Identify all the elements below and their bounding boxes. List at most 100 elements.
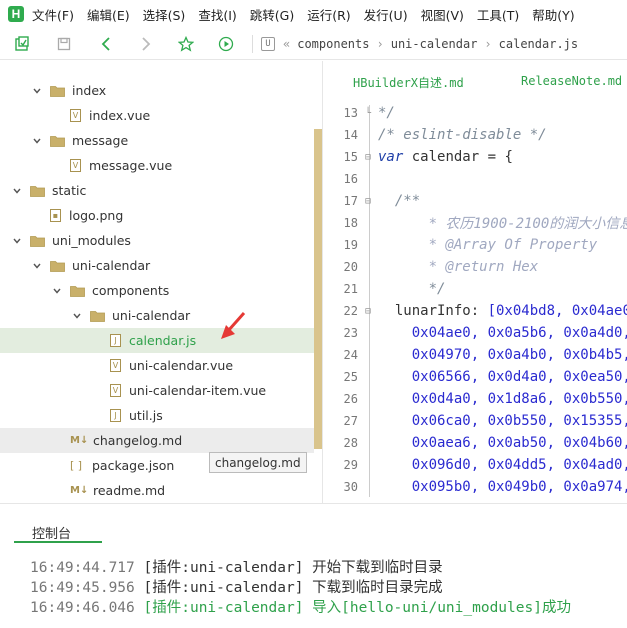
tree-item[interactable]: uni_modules — [0, 228, 314, 253]
run-icon[interactable] — [216, 34, 236, 54]
log-message: [插件:uni-calendar] 导入[hello-uni/uni_modul… — [143, 600, 571, 616]
menu-item[interactable]: 视图(V) — [421, 5, 464, 24]
code-line: 14 /* eslint-disable */ — [323, 124, 547, 146]
line-number: 26 — [343, 392, 358, 406]
code-text: */ — [378, 281, 446, 297]
tree-item[interactable]: M↓ changelog.md — [0, 428, 314, 453]
chevron-down-icon[interactable] — [32, 261, 42, 271]
line-number: 16 — [343, 172, 358, 186]
chevron-down-icon[interactable] — [32, 136, 42, 146]
editor-tab[interactable]: HBuilderX自述.md — [353, 74, 464, 91]
code-line: 25 0x06566, 0x0d4a0, 0x0ea50, — [323, 366, 627, 388]
tree-item[interactable]: uni-calendar — [0, 253, 314, 278]
line-number: 29 — [343, 458, 358, 472]
tree-item[interactable]: Vuni-calendar.vue — [0, 353, 314, 378]
line-number: 20 — [343, 260, 358, 274]
chevron-down-icon[interactable] — [12, 186, 22, 196]
tree-item[interactable]: Vmessage.vue — [0, 153, 314, 178]
console-tab[interactable]: 控制台 — [32, 523, 71, 542]
save-all-icon[interactable] — [12, 34, 32, 54]
chevron-down-icon[interactable] — [72, 311, 82, 321]
line-number: 25 — [343, 370, 358, 384]
toolbar: U « components › uni-calendar › calendar… — [0, 28, 627, 60]
console-tab-underline — [14, 541, 102, 543]
line-number: 19 — [343, 238, 358, 252]
code-editor[interactable]: HBuilderX自述.md ReleaseNote.md 13 └ */ 14 /* … — [322, 61, 627, 503]
js-file-icon: J — [110, 334, 121, 347]
tooltip: changelog.md — [209, 452, 307, 473]
tree-item-label: package.json — [92, 458, 175, 473]
vue-file-icon: V — [70, 109, 81, 122]
tree-item[interactable]: uni-calendar — [0, 303, 314, 328]
tree-item-label: logo.png — [69, 208, 124, 223]
code-text: * @return Hex — [378, 259, 539, 275]
json-file-icon: [ ] — [70, 459, 83, 472]
menu-item[interactable]: 选择(S) — [143, 5, 186, 24]
fold-marker: └ — [364, 107, 372, 119]
app-logo-icon: H — [8, 6, 24, 22]
menu-item[interactable]: 查找(I) — [198, 5, 236, 24]
code-line: 23 0x04ae0, 0x0a5b6, 0x0a4d0, — [323, 322, 627, 344]
chevron-down-icon[interactable] — [32, 86, 42, 96]
fold-marker[interactable]: ⊟ — [358, 196, 378, 207]
code-text: */ — [378, 105, 395, 121]
forward-arrow-icon[interactable] — [136, 34, 156, 54]
tree-item[interactable]: static — [0, 178, 314, 203]
line-number: 21 — [343, 282, 358, 296]
breadcrumb-leading: « — [283, 36, 291, 51]
code-line: 21 */ — [323, 278, 446, 300]
code-line: 16 — [323, 168, 378, 190]
menu-item[interactable]: 帮助(Y) — [532, 5, 574, 24]
sidebar-scrollbar[interactable] — [314, 129, 322, 449]
code-line: 27 0x06ca0, 0x0b550, 0x15355, — [323, 410, 627, 432]
tree-item[interactable]: Vuni-calendar-item.vue — [0, 378, 314, 403]
breadcrumb-separator: › — [376, 36, 384, 51]
code-line: 30 0x095b0, 0x049b0, 0x0a974, — [323, 476, 627, 498]
code-line: 17 ⊟ /** — [323, 190, 421, 212]
code-text: 0x096d0, 0x04dd5, 0x04ad0, — [378, 457, 627, 473]
line-number: 18 — [343, 216, 358, 230]
back-arrow-icon[interactable] — [96, 34, 116, 54]
tree-item[interactable]: components — [0, 278, 314, 303]
breadcrumb-item[interactable]: uni-calendar — [391, 37, 478, 51]
file-type-icon: U — [261, 36, 275, 51]
code-line: 28 0x0aea6, 0x0ab50, 0x04b60, — [323, 432, 627, 454]
tree-item-label: components — [92, 283, 170, 298]
menu-item[interactable]: 编辑(E) — [87, 5, 130, 24]
menu-item[interactable]: 工具(T) — [477, 5, 519, 24]
tree-item[interactable]: M↓ readme.md — [0, 478, 314, 503]
tree-item[interactable]: Jutil.js — [0, 403, 314, 428]
code-line: 20 * @return Hex — [323, 256, 539, 278]
code-text: 0x04970, 0x0a4b0, 0x0b4b5, — [378, 347, 627, 363]
chevron-down-icon[interactable] — [12, 236, 22, 246]
tree-item[interactable]: ▪ logo.png — [0, 203, 314, 228]
fold-marker[interactable]: ⊟ — [358, 152, 378, 163]
breadcrumb-item[interactable]: components — [297, 37, 369, 51]
editor-tab[interactable]: ReleaseNote.md — [521, 74, 622, 88]
tree-item[interactable]: Vindex.vue — [0, 103, 314, 128]
save-icon[interactable] — [54, 34, 74, 54]
menu-item[interactable]: 文件(F) — [32, 5, 74, 24]
tree-item-label: static — [52, 183, 87, 198]
tree-item-label: uni-calendar — [72, 258, 151, 273]
line-number: 13 — [343, 106, 358, 120]
code-line: 24 0x04970, 0x0a4b0, 0x0b4b5, — [323, 344, 627, 366]
code-text: * 农历1900-2100的润大小信息表 — [378, 216, 627, 232]
markdown-file-icon: M↓ — [70, 435, 89, 446]
tree-item[interactable]: index — [0, 78, 314, 103]
menu-item[interactable]: 发行(U) — [364, 5, 408, 24]
fold-marker[interactable]: ⊟ — [358, 306, 378, 317]
tree-item-label: changelog.md — [93, 433, 183, 448]
menu-items: 文件(F) 编辑(E) 选择(S) 查找(I) 跳转(G) 运行(R) 发行(U) 视图(V)… — [32, 5, 588, 24]
star-icon[interactable] — [176, 34, 196, 54]
menu-item[interactable]: 跳转(G) — [250, 5, 294, 24]
code-text: 0x0d4a0, 0x1d8a6, 0x0b550, — [378, 391, 627, 407]
tree-item[interactable]: message — [0, 128, 314, 153]
menu-item[interactable]: 运行(R) — [307, 5, 350, 24]
chevron-down-icon[interactable] — [52, 286, 62, 296]
annotation-arrow-icon — [221, 312, 246, 339]
breadcrumb-item[interactable]: calendar.js — [499, 37, 578, 51]
line-number: 22 — [343, 304, 358, 318]
folder-icon — [70, 285, 85, 297]
tree-item[interactable]: Jcalendar.js — [0, 328, 314, 353]
